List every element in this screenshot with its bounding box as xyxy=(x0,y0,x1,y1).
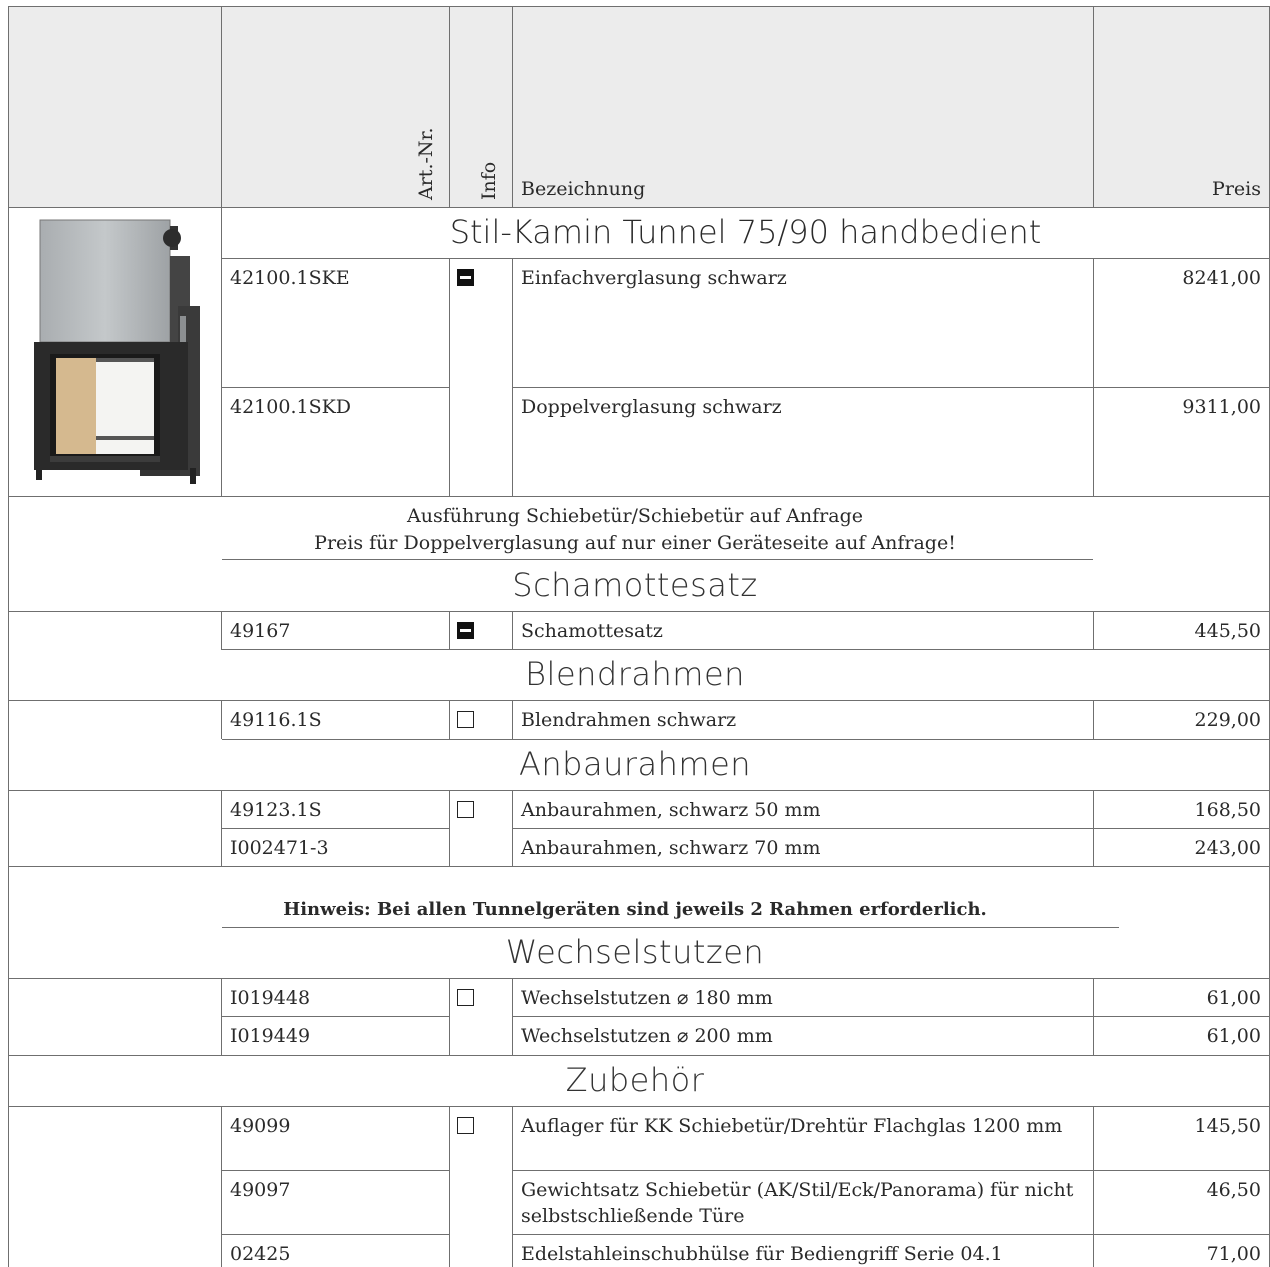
anbaurahmen-row-2-art: I002471-3 xyxy=(230,837,329,859)
product-row-2-desc: Doppelverglasung schwarz xyxy=(521,396,782,418)
info-empty-box-icon[interactable] xyxy=(457,989,474,1006)
blendrahmen-row-art: 49116.1S xyxy=(230,709,322,731)
anbaurahmen-row-2-price: 243,00 xyxy=(1194,837,1261,859)
zubehoer-row-1-price: 145,50 xyxy=(1194,1115,1261,1137)
product-row-1-art: 42100.1SKE xyxy=(230,267,350,289)
schamotte-row-desc: Schamottesatz xyxy=(521,620,663,642)
zubehoer-row-3-art: 02425 xyxy=(230,1243,291,1265)
anbaurahmen-row-1-price: 168,50 xyxy=(1194,799,1261,821)
zubehoer-row-1-desc: Auflager für KK Schiebetür/Drehtür Flach… xyxy=(521,1115,1063,1137)
wechselstutzen-row-1-price: 61,00 xyxy=(1206,987,1261,1009)
wechselstutzen-row-1-art: I019448 xyxy=(230,987,311,1009)
header-bezeichnung: Bezeichnung xyxy=(521,178,646,200)
info-empty-box-icon[interactable] xyxy=(457,711,474,728)
wechselstutzen-row-2-art: I019449 xyxy=(230,1025,311,1047)
product-note-2: Preis für Doppelverglasung auf nur einer… xyxy=(314,532,956,554)
info-empty-box-icon[interactable] xyxy=(457,801,474,818)
zubehoer-row-1-art: 49099 xyxy=(230,1115,291,1137)
section-title-schamottesatz: Schamottesatz xyxy=(512,566,758,604)
info-filled-box-icon[interactable] xyxy=(457,622,474,639)
info-empty-box-icon[interactable] xyxy=(457,1117,474,1134)
blendrahmen-row-price: 229,00 xyxy=(1194,709,1261,731)
anbaurahmen-hint: Hinweis: Bei allen Tunnelgeräten sind je… xyxy=(283,899,987,920)
zubehoer-row-2-price: 46,50 xyxy=(1206,1179,1261,1201)
zubehoer-row-2-desc: Gewichtsatz Schiebetür (AK/Stil/Eck/Pano… xyxy=(521,1179,1074,1227)
section-title-zubehoer: Zubehör xyxy=(565,1061,705,1099)
zubehoer-row-3-price: 71,00 xyxy=(1206,1243,1261,1265)
product-title: Stil-Kamin Tunnel 75/90 handbedient xyxy=(449,213,1042,251)
anbaurahmen-row-1-desc: Anbaurahmen, schwarz 50 mm xyxy=(521,799,821,821)
schamotte-row-price: 445,50 xyxy=(1194,620,1261,642)
wechselstutzen-row-1-desc: Wechselstutzen ⌀ 180 mm xyxy=(521,987,773,1009)
product-row-1-price: 8241,00 xyxy=(1182,267,1261,289)
header-preis: Preis xyxy=(1212,178,1261,200)
zubehoer-row-3-desc: Edelstahleinschubhülse für Bediengriff S… xyxy=(521,1243,1003,1265)
product-row-1-desc: Einfachverglasung schwarz xyxy=(521,267,787,289)
anbaurahmen-row-2-desc: Anbaurahmen, schwarz 70 mm xyxy=(521,837,821,859)
wechselstutzen-row-2-desc: Wechselstutzen ⌀ 200 mm xyxy=(521,1025,773,1047)
schamotte-row-art: 49167 xyxy=(230,620,291,642)
product-image xyxy=(30,216,210,486)
header-art-nr: Art.-Nr. xyxy=(415,127,437,200)
section-title-blendrahmen: Blendrahmen xyxy=(525,655,745,693)
product-note-1: Ausführung Schiebetür/Schiebetür auf Anf… xyxy=(406,505,863,527)
product-row-2-price: 9311,00 xyxy=(1182,396,1261,418)
blendrahmen-row-desc: Blendrahmen schwarz xyxy=(521,709,737,731)
section-title-anbaurahmen: Anbaurahmen xyxy=(518,745,752,783)
product-row-2-art: 42100.1SKD xyxy=(230,396,352,418)
zubehoer-row-2-art: 49097 xyxy=(230,1179,291,1201)
header-info: Info xyxy=(478,161,500,200)
anbaurahmen-row-1-art: 49123.1S xyxy=(230,799,322,821)
wechselstutzen-row-2-price: 61,00 xyxy=(1206,1025,1261,1047)
info-filled-box-icon[interactable] xyxy=(457,269,474,286)
section-title-wechselstutzen: Wechselstutzen xyxy=(505,933,765,971)
